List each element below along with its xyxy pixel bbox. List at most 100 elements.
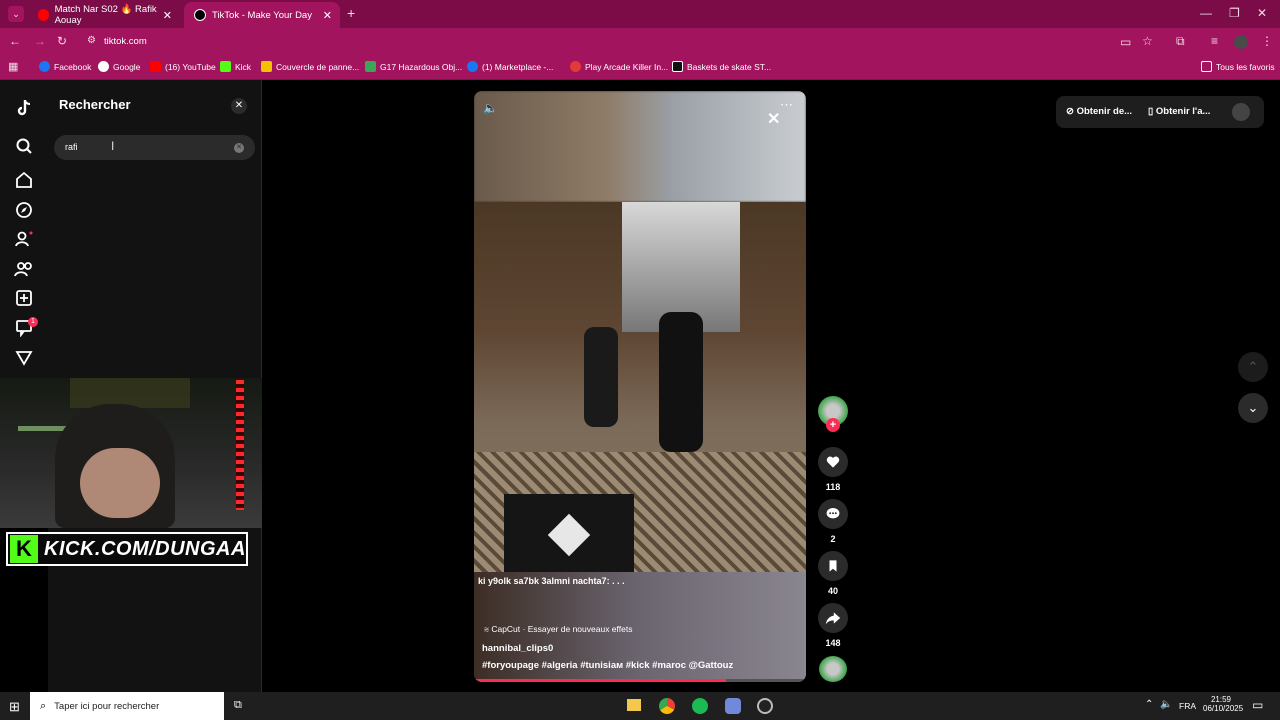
effect-link[interactable]: ⩬ CapCut · Essayer de nouveaux effets [484,624,632,635]
bookmark-youtube[interactable]: (16) YouTube [150,61,216,72]
all-favorites[interactable]: Tous les favoris [1201,61,1275,72]
video-hashtags[interactable]: #foryoupage #algeria #tunisiaᴍ #kick #ma… [482,660,733,671]
tiktok-logo-icon[interactable] [14,98,34,118]
site-info-icon[interactable]: ⚙ [87,35,96,46]
new-tab-icon[interactable]: + [347,5,355,21]
notifications-icon[interactable]: ▭ [1252,698,1263,712]
comment-icon[interactable] [818,499,848,529]
video-caption: ki y9olk sa7bk 3almni nachta7: . . . [478,576,625,586]
author-avatar[interactable]: + [816,396,850,432]
spotify-icon[interactable] [692,698,708,714]
follow-plus-icon[interactable]: + [826,418,840,432]
bookmark-icon[interactable] [818,551,848,581]
search-icon[interactable] [14,136,34,156]
windows-start-icon[interactable]: ⊞ [9,699,20,715]
tab-youtube[interactable]: Match Nar S02 🔥 Rafik Aouay ✕ [28,2,180,28]
obs-icon[interactable] [757,698,773,714]
bookmark-facebook[interactable]: Facebook [39,61,91,72]
bookmark-arcade[interactable]: Play Arcade Killer In... [570,61,668,72]
back-icon[interactable]: ← [9,34,21,48]
chrome-icon[interactable] [659,698,675,714]
clock[interactable]: 21:59 06/10/2025 [1203,695,1243,713]
explore-icon[interactable] [14,200,34,220]
share-icon[interactable] [818,603,848,633]
discord-icon[interactable] [725,698,741,714]
activity-icon[interactable] [14,348,34,368]
search-query[interactable]: rafi [65,142,78,152]
browser-toolbar: ← → ↻ ⚙ tiktok.com ▭ ☆ ⧉ ≡ ⋮ [0,28,1280,56]
bookmark-couvercle[interactable]: Couvercle de panne... [261,61,359,72]
minimize-icon[interactable]: — [1200,6,1212,20]
bookmark-baskets[interactable]: Baskets de skate ST... [672,61,771,72]
user-avatar[interactable] [1232,103,1250,121]
bookmark-g17[interactable]: G17 Hazardous Obj... [365,61,462,72]
clear-search-icon[interactable]: ✕ [234,143,244,153]
person-left [584,327,618,427]
reload-icon[interactable]: ↻ [57,34,67,48]
bookmark-marketplace[interactable]: (1) Marketplace -... [467,61,553,72]
bookmark-google[interactable]: Google [98,61,140,72]
home-icon[interactable] [14,170,34,190]
volume-icon[interactable]: 🔈 [483,101,498,115]
progress-track[interactable] [474,679,806,682]
previous-video-icon[interactable]: ⌃ [1238,352,1268,382]
bookmark-label: Google [113,61,141,72]
next-video-icon[interactable]: ⌄ [1238,393,1268,423]
kick-k-icon: K [10,535,38,563]
get-app-button[interactable]: ▯ Obtenir l'a... [1148,106,1210,117]
kick-icon [220,61,231,72]
blurred-top-frame [474,91,806,202]
bookmark-label: Couvercle de panne... [276,61,360,72]
friends-icon[interactable] [14,259,34,279]
tray-chevron-icon[interactable]: ⌃ [1145,699,1153,710]
more-options-icon[interactable]: ⋯ [780,97,793,113]
bookmark-label: Kick [235,61,252,72]
comment-action[interactable]: 2 [816,499,850,544]
upload-icon[interactable] [14,288,34,308]
save-count: 40 [827,586,838,596]
volume-tray-icon[interactable]: 🔈 [1160,699,1172,710]
close-icon[interactable]: ✕ [323,9,332,22]
task-view-icon[interactable]: ⧉ [234,699,242,712]
cast-icon[interactable]: ▭ [1120,35,1131,49]
following-icon[interactable] [14,229,34,249]
youtube-icon [38,9,49,21]
close-icon[interactable]: ✕ [163,9,172,22]
apps-icon[interactable]: ▦ [8,60,18,73]
language-indicator[interactable]: FRA [1179,701,1196,711]
restore-icon[interactable]: ❐ [1229,6,1240,20]
taskbar-search-box[interactable]: ⌕ Taper ici pour rechercher [30,692,224,720]
facebook-icon [39,61,50,72]
menu-icon[interactable]: ⋮ [1261,34,1273,48]
bookmark-label: Tous les favoris [1216,61,1275,72]
comment-count: 2 [830,534,836,544]
media-icon[interactable]: ≡ [1211,34,1218,48]
bookmark-kick[interactable]: Kick [220,61,251,72]
streamer-face [80,448,160,518]
progress-fill [474,679,727,682]
close-search-icon[interactable]: ✕ [231,98,247,114]
sound-disc[interactable] [816,656,850,682]
search-input[interactable]: rafi I ✕ [54,135,255,160]
get-coins-button[interactable]: ⊘ Obtenir de... [1066,106,1132,117]
profile-avatar[interactable] [1234,35,1248,49]
extensions-icon[interactable]: ⧉ [1176,34,1185,49]
heart-icon[interactable] [818,447,848,477]
share-action[interactable]: 148 [816,603,850,648]
file-explorer-icon[interactable] [627,699,641,711]
save-action[interactable]: 40 [816,551,850,596]
video-player[interactable]: 🔈 ⋯ ✕ ki y9olk sa7bk 3almni nachta7: . .… [474,91,806,682]
like-action[interactable]: 118 [816,447,850,492]
webcam-overlay [0,378,262,528]
forward-icon[interactable]: → [34,34,46,48]
tab-search-icon[interactable]: ⌄ [8,6,24,22]
bookmark-label: (1) Marketplace -... [482,61,554,72]
address-bar[interactable]: tiktok.com [104,36,147,47]
tab-tiktok[interactable]: TikTok - Make Your Day ✕ [184,2,340,28]
music-disc-icon[interactable] [819,656,847,682]
bookmark-star-icon[interactable]: ☆ [1142,34,1153,48]
sheet-icon [365,61,376,72]
window-close-icon[interactable]: ✕ [1257,6,1267,20]
video-author[interactable]: hannibal_clips0 [482,643,553,654]
phone-icon: ▯ [1148,106,1156,117]
